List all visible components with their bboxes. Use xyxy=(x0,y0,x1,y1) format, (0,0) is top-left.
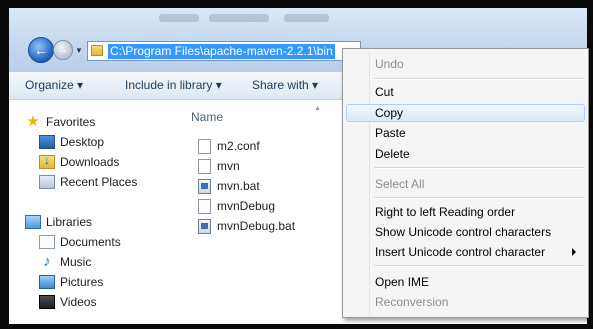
nav-desktop-label: Desktop xyxy=(60,135,105,149)
sort-ascending-icon: ▲ xyxy=(314,105,321,112)
file-item[interactable]: mvn.bat xyxy=(198,178,260,194)
nav-libraries[interactable]: Libraries xyxy=(25,214,92,230)
menu-item-rtl-reading-order[interactable]: Right to left Reading order xyxy=(346,203,585,221)
nav-pictures-label: Pictures xyxy=(60,275,104,289)
file-name: m2.conf xyxy=(217,139,260,153)
menu-item-show-unicode-control[interactable]: Show Unicode control characters xyxy=(346,223,585,241)
menu-item-select-all[interactable]: Select All xyxy=(346,175,585,193)
nav-downloads-label: Downloads xyxy=(60,155,120,169)
context-menu: Undo Cut Copy Paste Delete Select All Ri… xyxy=(342,48,589,318)
nav-favorites[interactable]: ★ Favorites xyxy=(25,114,95,130)
share-with-button[interactable]: Share with ▾ xyxy=(252,78,318,92)
libraries-icon xyxy=(25,215,41,229)
file-item[interactable]: mvnDebug.bat xyxy=(198,218,295,234)
nav-music-label: Music xyxy=(60,255,92,269)
documents-icon xyxy=(39,235,55,249)
nav-videos-label: Videos xyxy=(60,295,97,309)
back-button[interactable]: ← xyxy=(28,37,54,63)
batch-file-icon xyxy=(198,178,211,194)
downloads-icon xyxy=(39,153,55,169)
nav-favorites-label: Favorites xyxy=(46,115,96,129)
address-path[interactable]: C:\Program Files\apache-maven-2.2.1\bin xyxy=(108,44,335,59)
file-item[interactable]: mvnDebug xyxy=(198,198,275,214)
menu-item-open-ime[interactable]: Open IME xyxy=(346,273,585,291)
submenu-arrow-icon xyxy=(572,248,576,256)
recent-places-icon xyxy=(39,175,55,189)
menu-item-cut[interactable]: Cut xyxy=(346,83,585,101)
nav-desktop[interactable]: Desktop xyxy=(39,134,104,150)
forward-button[interactable]: → xyxy=(53,40,73,60)
menu-item-insert-unicode-control-label: Insert Unicode control character xyxy=(375,245,546,259)
column-header-name[interactable]: Name xyxy=(191,110,223,124)
batch-file-icon xyxy=(198,218,211,234)
blurred-title xyxy=(209,14,269,22)
folder-icon xyxy=(91,45,103,56)
include-in-library-button[interactable]: Include in library ▾ xyxy=(125,78,222,92)
address-bar[interactable]: C:\Program Files\apache-maven-2.2.1\bin xyxy=(87,41,361,61)
pictures-icon xyxy=(39,275,55,289)
menu-item-undo[interactable]: Undo xyxy=(346,55,585,73)
file-item[interactable]: m2.conf xyxy=(198,138,260,154)
menu-item-reconversion[interactable]: Reconversion xyxy=(346,293,585,311)
menu-item-paste[interactable]: Paste xyxy=(346,124,585,142)
nav-libraries-label: Libraries xyxy=(46,215,93,229)
file-item[interactable]: mvn xyxy=(198,158,240,174)
document-file-icon xyxy=(198,198,211,214)
document-file-icon xyxy=(198,138,211,154)
file-name: mvnDebug xyxy=(217,199,276,213)
menu-separator xyxy=(374,197,584,199)
desktop-icon xyxy=(39,135,55,149)
nav-videos[interactable]: Videos xyxy=(39,294,96,310)
document-file-icon xyxy=(198,158,211,174)
back-arrow-icon: ← xyxy=(34,42,48,58)
music-note-icon: ♪ xyxy=(43,253,51,270)
nav-documents[interactable]: Documents xyxy=(39,234,121,250)
file-name: mvnDebug.bat xyxy=(217,219,296,233)
menu-item-insert-unicode-control[interactable]: Insert Unicode control character xyxy=(346,243,585,261)
recent-pages-dropdown[interactable]: ▼ xyxy=(75,46,83,55)
videos-icon xyxy=(39,295,55,309)
menu-item-copy[interactable]: Copy xyxy=(346,104,585,122)
navigation-pane: ★ Favorites Desktop Downloads Recent Pla… xyxy=(9,100,169,324)
nav-downloads[interactable]: Downloads xyxy=(39,153,120,170)
nav-documents-label: Documents xyxy=(60,235,121,249)
star-icon: ★ xyxy=(26,113,40,130)
organize-button[interactable]: Organize ▾ xyxy=(25,78,83,92)
nav-recent-places-label: Recent Places xyxy=(60,175,138,189)
nav-pictures[interactable]: Pictures xyxy=(39,274,103,290)
menu-separator xyxy=(374,167,584,169)
nav-music[interactable]: ♪ Music xyxy=(39,254,91,270)
blurred-title xyxy=(159,14,199,22)
file-name: mvn.bat xyxy=(217,179,260,193)
file-name: mvn xyxy=(217,159,240,173)
menu-separator xyxy=(374,78,584,80)
menu-separator xyxy=(374,265,584,267)
menu-item-delete[interactable]: Delete xyxy=(346,145,585,163)
nav-recent-places[interactable]: Recent Places xyxy=(39,174,137,190)
forward-arrow-icon: → xyxy=(57,44,69,56)
blurred-title xyxy=(284,14,329,22)
